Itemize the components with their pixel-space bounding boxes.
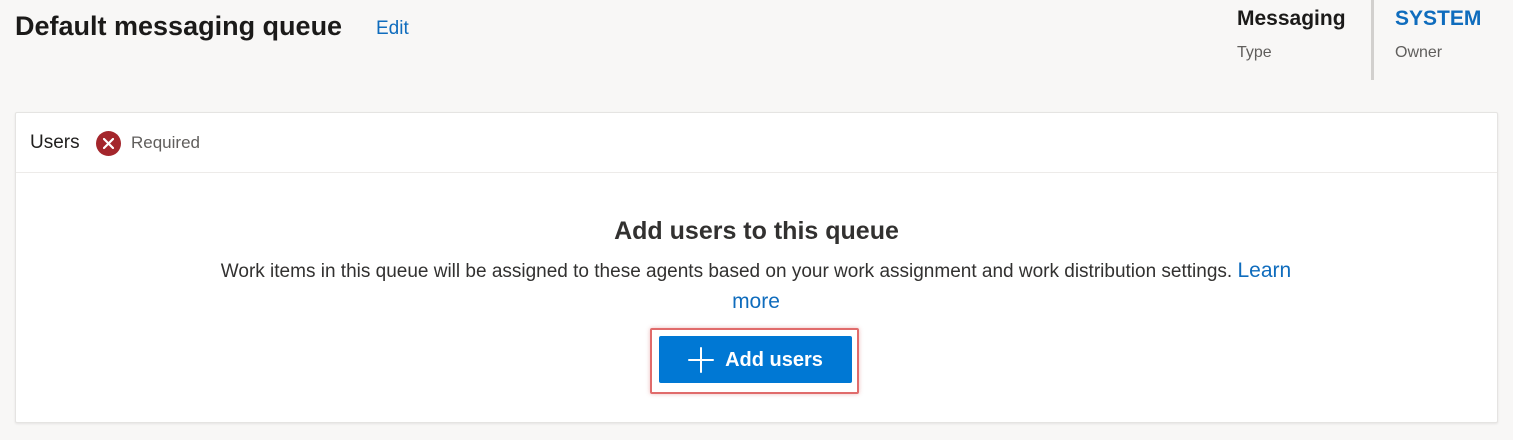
queue-owner-value[interactable]: SYSTEM bbox=[1395, 4, 1513, 34]
queue-type: Messaging Type bbox=[1237, 0, 1367, 80]
required-label: Required bbox=[131, 133, 200, 152]
page-header: Default messaging queue Edit Messaging T… bbox=[0, 0, 1513, 100]
queue-owner: SYSTEM Owner bbox=[1371, 0, 1513, 80]
edit-link[interactable]: Edit bbox=[376, 16, 409, 42]
queue-type-value: Messaging bbox=[1237, 7, 1346, 30]
empty-state-description: Work items in this queue will be assigne… bbox=[206, 256, 1306, 318]
plus-icon bbox=[688, 346, 715, 373]
empty-state-title: Add users to this queue bbox=[614, 217, 899, 245]
users-card: Users Required Add users to this queue W… bbox=[15, 112, 1498, 423]
queue-type-label: Type bbox=[1237, 44, 1272, 61]
page-title: Default messaging queue bbox=[15, 11, 343, 41]
queue-owner-label: Owner bbox=[1395, 44, 1443, 61]
required-indicator: Required bbox=[96, 130, 200, 156]
empty-state-text: Work items in this queue will be assigne… bbox=[220, 261, 1233, 282]
users-card-header: Users Required bbox=[16, 113, 1497, 173]
close-circle-icon bbox=[96, 130, 121, 156]
add-users-button[interactable]: Add users bbox=[659, 336, 852, 383]
users-section-title: Users bbox=[30, 132, 80, 153]
add-users-label: Add users bbox=[725, 348, 823, 371]
